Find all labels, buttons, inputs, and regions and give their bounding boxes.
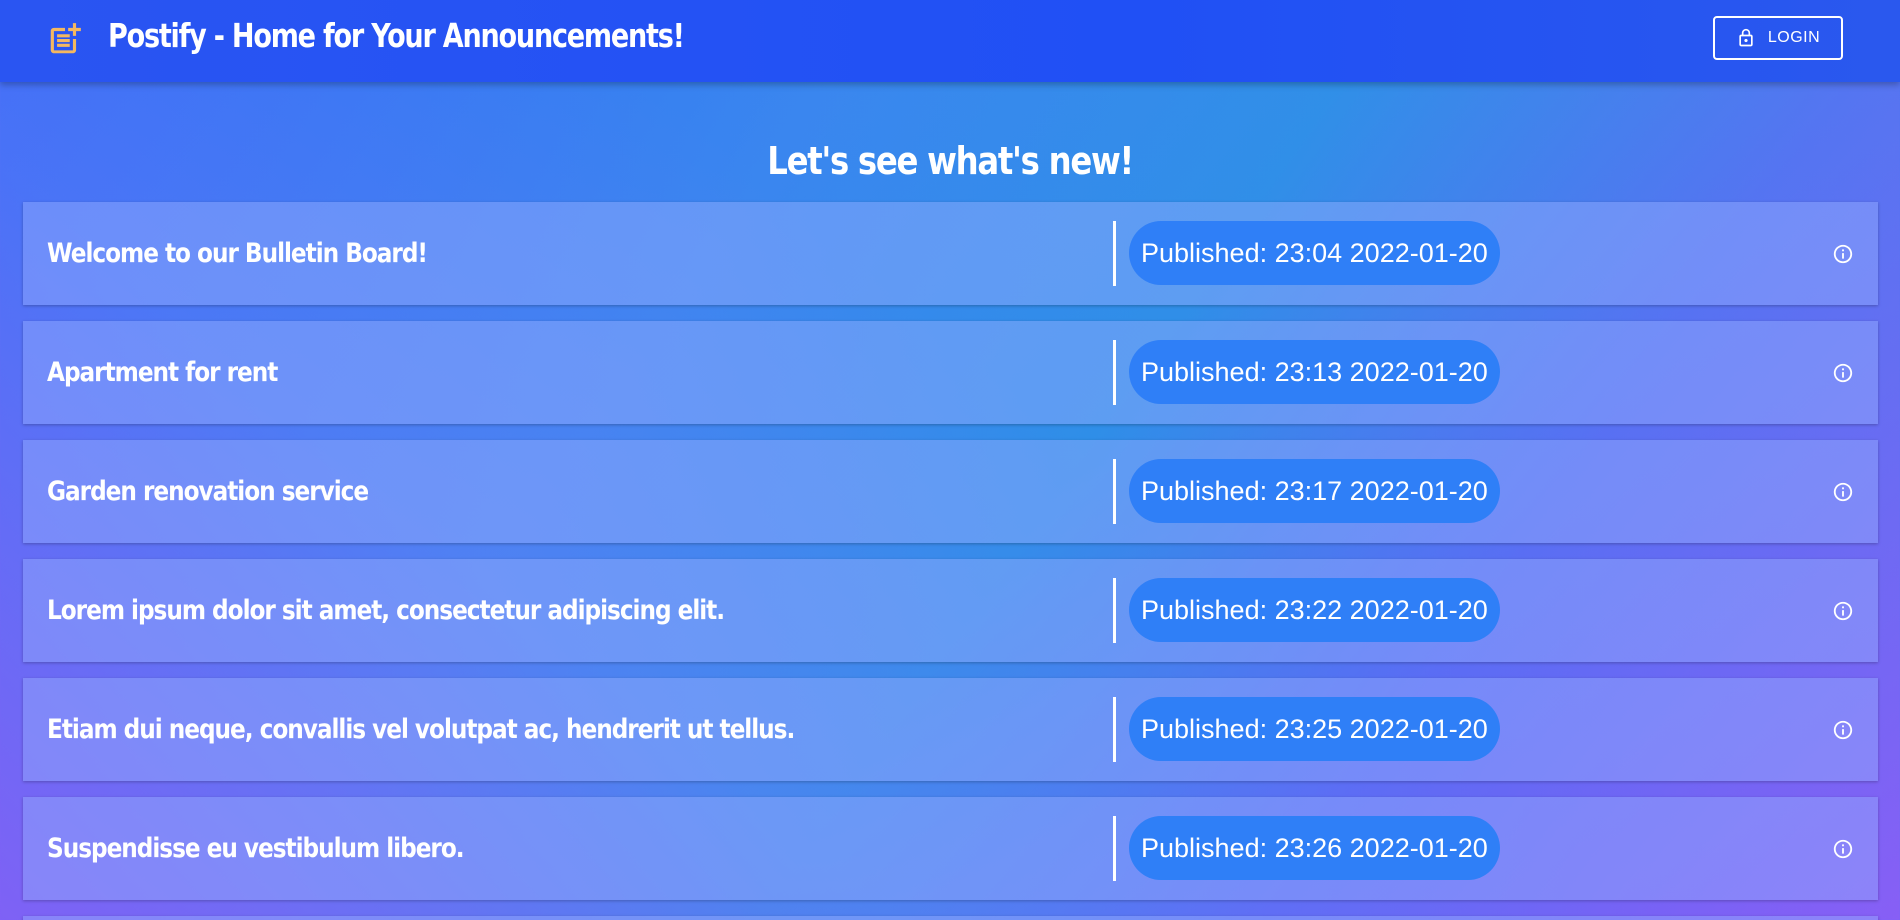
login-label: LOGIN	[1767, 29, 1821, 46]
announcement-title: Suspendisse eu vestibulum libero.	[47, 833, 465, 864]
app-bar: Postify - Home for Your Announcements! L…	[0, 0, 1900, 82]
page-headline-text: Let's see what's new!	[767, 139, 1134, 184]
row-divider	[1113, 578, 1116, 643]
announcement-row[interactable]: Garden renovation service Published: 23:…	[23, 440, 1878, 543]
published-chip: Published: 23:13 2022-01-20	[1129, 340, 1500, 404]
announcement-row[interactable]: Lorem ipsum dolor sit amet, consectetur …	[23, 559, 1878, 662]
announcement-title: Garden renovation service	[47, 476, 369, 507]
info-icon[interactable]	[1832, 481, 1854, 503]
announcement-row-partial[interactable]	[23, 916, 1878, 920]
announcement-row[interactable]: Welcome to our Bulletin Board! Published…	[23, 202, 1878, 305]
info-icon[interactable]	[1832, 719, 1854, 741]
announcement-title: Apartment for rent	[47, 357, 278, 388]
app-title: Postify - Home for Your Announcements!	[108, 16, 685, 55]
published-chip: Published: 23:25 2022-01-20	[1129, 697, 1500, 761]
published-chip: Published: 23:22 2022-01-20	[1129, 578, 1500, 642]
info-icon[interactable]	[1832, 838, 1854, 860]
row-divider	[1113, 459, 1116, 524]
row-divider	[1113, 221, 1116, 286]
announcement-row[interactable]: Suspendisse eu vestibulum libero. Publis…	[23, 797, 1878, 900]
announcement-title: Lorem ipsum dolor sit amet, consectetur …	[47, 595, 725, 626]
announcement-list: Welcome to our Bulletin Board! Published…	[23, 202, 1878, 920]
announcement-title: Etiam dui neque, convallis vel volutpat …	[47, 714, 795, 745]
published-chip: Published: 23:04 2022-01-20	[1129, 221, 1500, 285]
announcement-row[interactable]: Apartment for rent Published: 23:13 2022…	[23, 321, 1878, 424]
info-icon[interactable]	[1832, 243, 1854, 265]
row-divider	[1113, 697, 1116, 762]
lock-icon	[1739, 28, 1753, 47]
published-chip: Published: 23:26 2022-01-20	[1129, 816, 1500, 880]
announcement-title: Welcome to our Bulletin Board!	[47, 238, 428, 269]
info-icon[interactable]	[1832, 362, 1854, 384]
published-chip: Published: 23:17 2022-01-20	[1129, 459, 1500, 523]
announcement-row[interactable]: Etiam dui neque, convallis vel volutpat …	[23, 678, 1878, 781]
row-divider	[1113, 816, 1116, 881]
post-add-icon	[50, 23, 81, 54]
login-button[interactable]: LOGIN	[1713, 16, 1843, 60]
page-headline: Let's see what's new!	[0, 133, 1900, 189]
row-divider	[1113, 340, 1116, 405]
info-icon[interactable]	[1832, 600, 1854, 622]
